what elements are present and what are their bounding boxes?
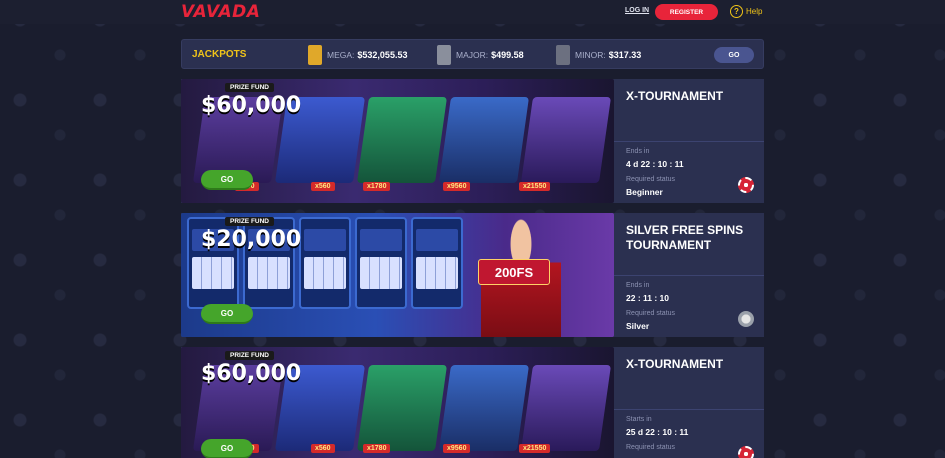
tournament-title[interactable]: SILVER FREE SPINS TOURNAMENT	[626, 223, 760, 253]
tournament-banner[interactable]: x100 x560 x1780 x9560 x21550 PRIZE FUND …	[181, 347, 614, 458]
jackpot-minor: MINOR: $317.33	[556, 44, 641, 66]
prize-amount: $60,000	[201, 361, 302, 386]
multiplier-badge: x560	[311, 444, 335, 453]
multiplier-badge: x560	[311, 182, 335, 191]
divider	[614, 275, 764, 276]
time-label: Ends in	[626, 148, 650, 155]
jackpot-value: $499.58	[491, 50, 524, 60]
tournament-banner[interactable]: 200FS PRIZE FUND $20,000 GO	[181, 213, 614, 337]
jackpot-value: $532,055.53	[357, 50, 408, 60]
tournament-title[interactable]: X-TOURNAMENT	[626, 357, 760, 372]
status-value: Beginner	[626, 187, 663, 197]
prize-fund-label: PRIZE FUND	[225, 351, 274, 360]
slot-machine-image	[299, 217, 351, 309]
tournament-card: 200FS PRIZE FUND $20,000 GO SILVER FREE …	[181, 213, 764, 337]
time-value: 4 d 22 : 10 : 11	[626, 159, 684, 169]
jackpots-bar: JACKPOTS MEGA: $532,055.53 MAJOR: $499.5…	[181, 39, 764, 69]
multiplier-badge: x9560	[443, 444, 471, 453]
time-label: Ends in	[626, 282, 650, 289]
time-label: Starts in	[626, 416, 652, 423]
player-image	[438, 365, 530, 451]
silver-chip-icon	[738, 311, 754, 327]
tournament-info: X-TOURNAMENT Ends in 4 d 22 : 10 : 11 Re…	[614, 79, 764, 203]
player-image	[520, 365, 612, 451]
jackpot-value: $317.33	[608, 50, 642, 60]
jackpot-major: MAJOR: $499.58	[437, 44, 524, 66]
tournament-card: x100 x560 x1780 x9560 x21550 PRIZE FUND …	[181, 347, 764, 458]
tournament-info: X-TOURNAMENT Starts in 25 d 22 : 10 : 11…	[614, 347, 764, 458]
tournament-card: x100 x560 x1780 x9560 x21550 PRIZE FUND …	[181, 79, 764, 203]
tournament-info: SILVER FREE SPINS TOURNAMENT Ends in 22 …	[614, 213, 764, 337]
jackpot-label: MINOR:	[575, 50, 606, 60]
prize-amount: $60,000	[201, 93, 302, 118]
help-link[interactable]: Help	[746, 7, 762, 16]
player-image	[438, 97, 530, 183]
jackpots-go-button[interactable]: GO	[714, 47, 754, 63]
red-chip-icon	[738, 446, 754, 458]
major-jackpot-icon	[437, 45, 451, 65]
tournament-go-button[interactable]: GO	[201, 170, 253, 190]
multiplier-badge: x1780	[363, 182, 391, 191]
help-icon[interactable]: ?	[730, 5, 743, 18]
status-label: Required status	[626, 310, 676, 317]
player-image	[356, 365, 448, 451]
vavada-logo[interactable]: VAVADA	[181, 2, 260, 22]
red-chip-icon	[738, 177, 754, 193]
jackpot-mega: MEGA: $532,055.53	[308, 44, 407, 66]
jackpots-title: JACKPOTS	[192, 49, 247, 60]
time-value: 25 d 22 : 10 : 11	[626, 427, 689, 437]
free-spins-badge: 200FS	[478, 259, 550, 285]
jackpot-label: MAJOR:	[456, 50, 489, 60]
tournament-title[interactable]: X-TOURNAMENT	[626, 89, 760, 104]
prize-fund-label: PRIZE FUND	[225, 217, 274, 226]
top-header: VAVADA LOG IN REGISTER ? Help	[0, 0, 945, 24]
tournament-go-button[interactable]: GO	[201, 304, 253, 324]
prize-amount: $20,000	[201, 227, 302, 252]
jackpot-label: MEGA:	[327, 50, 355, 60]
status-label: Required status	[626, 444, 676, 451]
player-image	[520, 97, 612, 183]
tournament-go-button[interactable]: GO	[201, 439, 253, 458]
tournament-banner[interactable]: x100 x560 x1780 x9560 x21550 PRIZE FUND …	[181, 79, 614, 203]
minor-jackpot-icon	[556, 45, 570, 65]
status-value: Silver	[626, 321, 650, 331]
slot-machine-image	[411, 217, 463, 309]
multiplier-badge: x21550	[519, 182, 551, 191]
multiplier-badge: x9560	[443, 182, 471, 191]
register-button[interactable]: REGISTER	[655, 4, 718, 20]
login-link[interactable]: LOG IN	[625, 7, 649, 14]
slot-machine-image	[355, 217, 407, 309]
player-image	[356, 97, 448, 183]
mega-jackpot-icon	[308, 45, 322, 65]
time-value: 22 : 11 : 10	[626, 293, 670, 303]
multiplier-badge: x1780	[363, 444, 391, 453]
status-label: Required status	[626, 176, 676, 183]
prize-fund-label: PRIZE FUND	[225, 83, 274, 92]
divider	[614, 409, 764, 410]
multiplier-badge: x21550	[519, 444, 551, 453]
divider	[614, 141, 764, 142]
